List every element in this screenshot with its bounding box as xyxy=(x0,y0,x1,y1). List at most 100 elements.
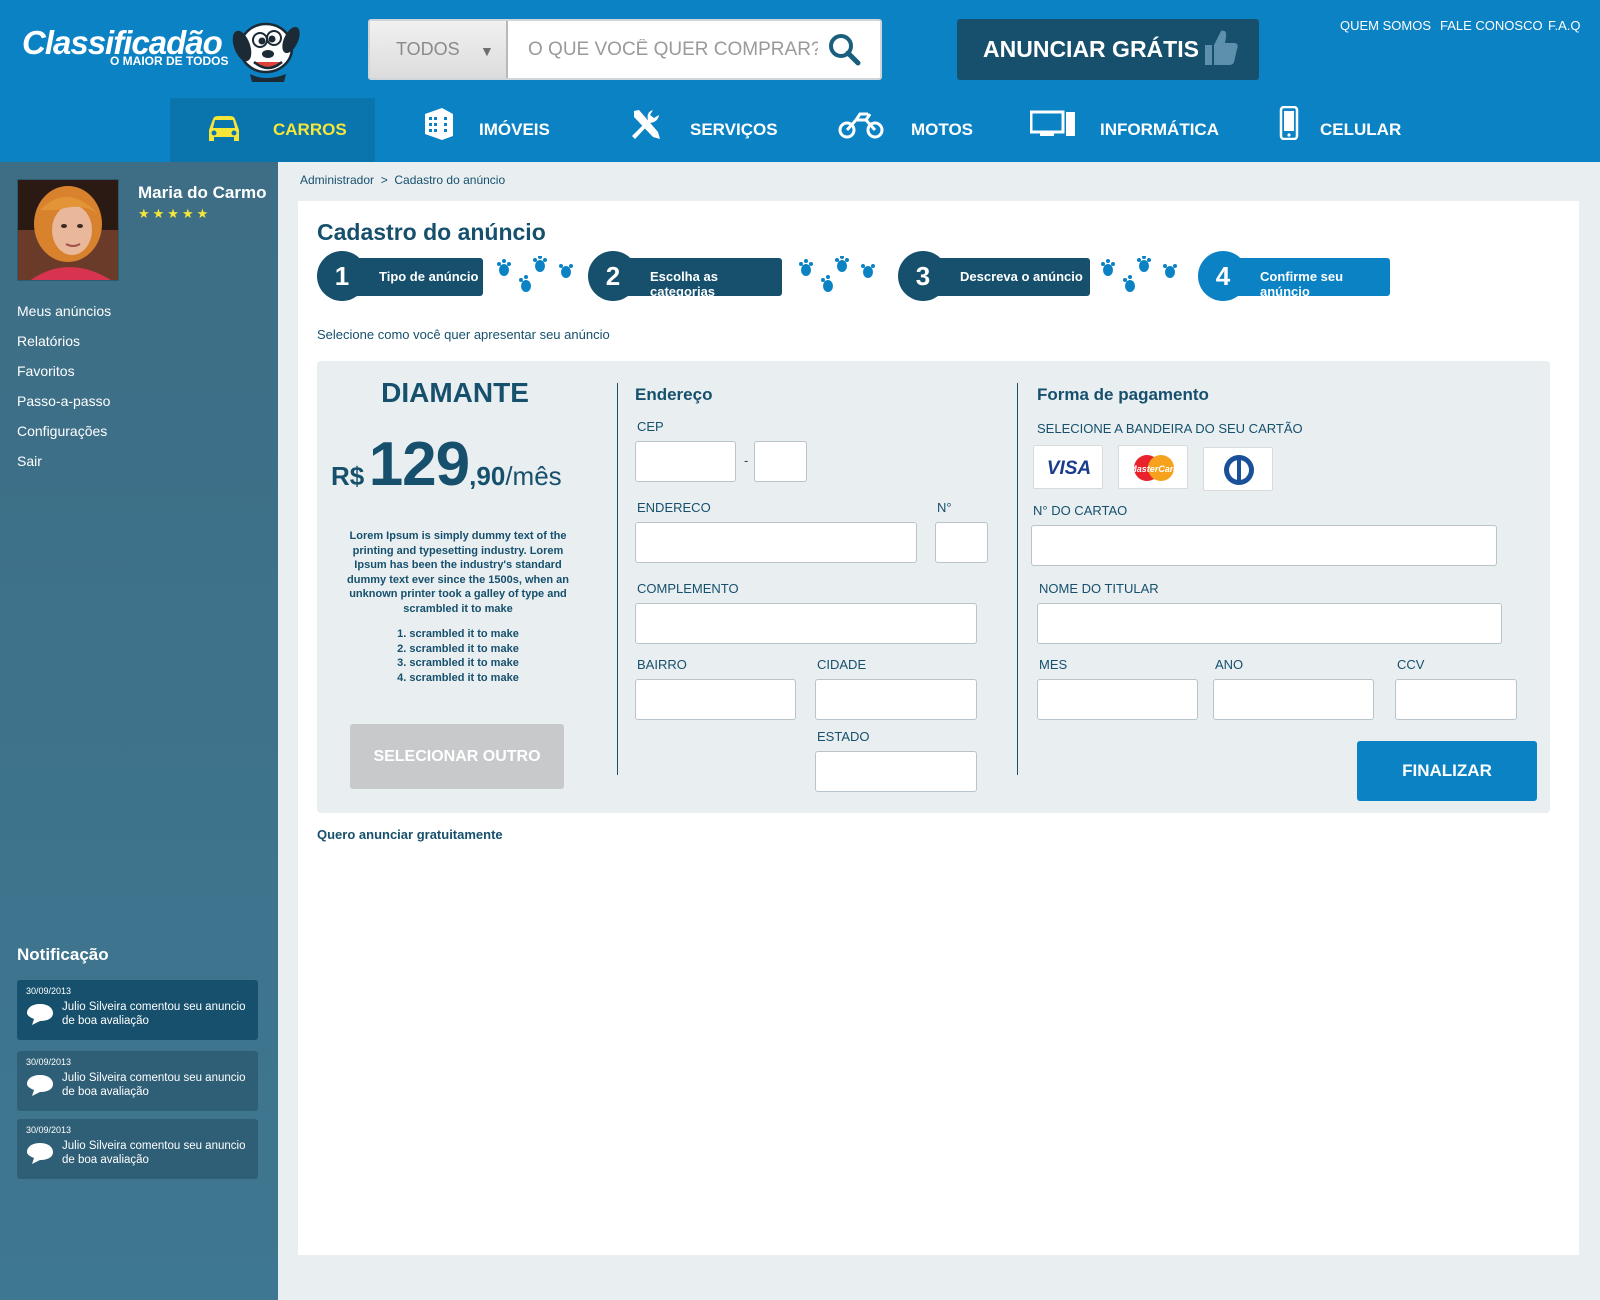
sidebar-item-configuracoes[interactable]: Configurações xyxy=(17,423,107,439)
breadcrumb-root[interactable]: Administrador xyxy=(300,173,374,187)
avatar-photo xyxy=(18,180,118,280)
step-label: Escolha as categorias xyxy=(614,258,782,299)
notification-text: Julio Silveira comentou seu anuncio de b… xyxy=(62,1072,246,1098)
estado-field[interactable] xyxy=(815,751,977,792)
sidebar-item-meus-anuncios[interactable]: Meus anúncios xyxy=(17,303,111,319)
holder-label: NOME DO TITULAR xyxy=(1039,581,1159,596)
finalizar-button[interactable]: FINALIZAR xyxy=(1357,741,1537,801)
notification-item[interactable]: 30/09/2013 Julio Silveira comentou seu a… xyxy=(17,980,258,1040)
nav-label-imoveis: IMÓVEIS xyxy=(479,120,550,139)
notification-item[interactable]: 30/09/2013 Julio Silveira comentou seu a… xyxy=(17,1119,258,1179)
cep-separator: - xyxy=(744,453,749,468)
main-panel: Cadastro do anúncio 1 Tipo de anúncio 2 … xyxy=(298,201,1579,1255)
nav-label-motos: MOTOS xyxy=(911,120,974,139)
endereco-field[interactable] xyxy=(635,522,917,563)
speech-bubble-icon xyxy=(27,1004,53,1025)
breadcrumb-separator: > xyxy=(380,173,388,187)
paw-prints-icon xyxy=(1101,256,1177,292)
anunciar-gratis-button[interactable]: ANUNCIAR GRÁTIS xyxy=(957,19,1259,80)
diners-card-option[interactable] xyxy=(1203,447,1273,491)
step-number: 3 xyxy=(898,251,948,301)
cep-field-1[interactable] xyxy=(635,441,736,482)
nav-label-servicos: SERVIÇOS xyxy=(690,120,778,139)
notification-date: 30/09/2013 xyxy=(26,986,72,996)
price-integer: 129 xyxy=(368,430,470,499)
page-subtitle: Selecione como você quer apresentar seu … xyxy=(317,327,610,342)
dog-mascot-icon xyxy=(232,22,300,82)
cep-field-2[interactable] xyxy=(754,441,807,482)
avatar[interactable] xyxy=(17,179,119,281)
nav-item-imoveis[interactable]: IMÓVEIS xyxy=(410,98,580,162)
category-select-value: TODOS xyxy=(396,39,460,59)
step-number: 4 xyxy=(1198,251,1248,301)
notification-item[interactable]: 30/09/2013 Julio Silveira comentou seu a… xyxy=(17,1051,258,1111)
paw-prints-icon xyxy=(497,256,573,292)
plan-name: DIAMANTE xyxy=(381,377,529,408)
nav-label-celular: CELULAR xyxy=(1320,120,1402,139)
price-decimal: ,90 xyxy=(469,461,506,491)
category-select[interactable]: TODOS ▼ xyxy=(370,21,508,78)
year-field[interactable] xyxy=(1213,679,1374,720)
notification-date: 30/09/2013 xyxy=(26,1125,72,1135)
complemento-field[interactable] xyxy=(635,603,977,644)
anunciar-gratis-label: ANUNCIAR GRÁTIS xyxy=(983,36,1199,62)
plan-feature-item: 2. scrambled it to make xyxy=(397,642,519,655)
building-icon xyxy=(425,108,453,140)
category-nav: CARROS IMÓVEIS SERVIÇOS MOTOS INFORMÁTIC… xyxy=(0,98,1600,162)
mastercard-card-option[interactable]: MasterCard xyxy=(1118,445,1188,489)
plan-feature-item: 1. scrambled it to make xyxy=(397,628,519,640)
sidebar: Maria do Carmo ★★★★★ Meus anúncios Relat… xyxy=(0,162,278,1300)
site-logo[interactable]: Classificadão O MAIOR DE TODOS xyxy=(22,20,300,90)
anunciar-gratuitamente-link[interactable]: Quero anunciar gratuitamente xyxy=(317,827,503,842)
nav-item-motos[interactable]: MOTOS xyxy=(836,98,996,162)
nav-item-carros[interactable]: CARROS xyxy=(170,98,375,162)
price-period: /mês xyxy=(505,461,562,491)
nav-label-carros: CARROS xyxy=(273,120,347,139)
complemento-label: COMPLEMENTO xyxy=(637,581,739,596)
selecionar-outro-button[interactable]: SELECIONAR OUTRO xyxy=(350,724,564,789)
faq-link[interactable]: F.A.Q xyxy=(1548,18,1581,33)
ccv-field[interactable] xyxy=(1395,679,1517,720)
cep-label: CEP xyxy=(637,419,664,434)
month-field[interactable] xyxy=(1037,679,1198,720)
quem-somos-link[interactable]: QUEM SOMOS xyxy=(1340,18,1431,33)
brand-mastercard-text: MasterCard xyxy=(1129,464,1179,474)
visa-card-option[interactable]: VISA xyxy=(1033,445,1103,489)
bairro-label: BAIRRO xyxy=(637,657,687,672)
nav-item-celular[interactable]: CELULAR xyxy=(1275,98,1415,162)
sidebar-item-favoritos[interactable]: Favoritos xyxy=(17,363,75,379)
paw-prints-icon xyxy=(799,256,875,292)
search-icon[interactable] xyxy=(826,31,862,67)
diners-icon xyxy=(1224,455,1254,485)
step-number: 1 xyxy=(317,251,367,301)
nav-label-informatica: INFORMÁTICA xyxy=(1100,120,1219,139)
month-label: MES xyxy=(1039,657,1068,672)
estado-label: ESTADO xyxy=(817,729,870,744)
search-input[interactable] xyxy=(528,21,818,78)
cidade-field[interactable] xyxy=(815,679,977,720)
site-header: Classificadão O MAIOR DE TODOS TODOS ▼ A… xyxy=(0,0,1600,162)
holder-field[interactable] xyxy=(1037,603,1502,644)
card-brand-label: SELECIONE A BANDEIRA DO SEU CARTÃO xyxy=(1037,421,1303,436)
visa-icon: VISA xyxy=(1047,458,1091,479)
numero-label: N° xyxy=(937,500,952,515)
sidebar-item-sair[interactable]: Sair xyxy=(17,453,42,469)
nav-item-informatica[interactable]: INFORMÁTICA xyxy=(1030,98,1230,162)
year-label: ANO xyxy=(1215,657,1244,672)
address-title: Endereço xyxy=(635,385,713,404)
numero-field[interactable] xyxy=(935,522,988,563)
bairro-field[interactable] xyxy=(635,679,796,720)
cidade-label: CIDADE xyxy=(817,657,867,672)
plan-description: Lorem Ipsum is simply dummy text of the … xyxy=(347,530,569,615)
rating-stars: ★★★★★ xyxy=(138,206,212,221)
notification-text: Julio Silveira comentou seu anuncio de b… xyxy=(62,1001,246,1027)
speech-bubble-icon xyxy=(27,1143,53,1164)
sidebar-item-passo-a-passo[interactable]: Passo-a-passo xyxy=(17,393,110,409)
nav-item-servicos[interactable]: SERVIÇOS xyxy=(620,98,800,162)
plan-features: 1. scrambled it to make 2. scrambled it … xyxy=(343,627,573,685)
sidebar-item-relatorios[interactable]: Relatórios xyxy=(17,333,80,349)
user-name: Maria do Carmo xyxy=(138,183,267,202)
brand-visa-text: VISA xyxy=(1047,458,1091,479)
card-number-field[interactable] xyxy=(1031,525,1497,566)
fale-conosco-link[interactable]: FALE CONOSCO xyxy=(1440,18,1543,33)
